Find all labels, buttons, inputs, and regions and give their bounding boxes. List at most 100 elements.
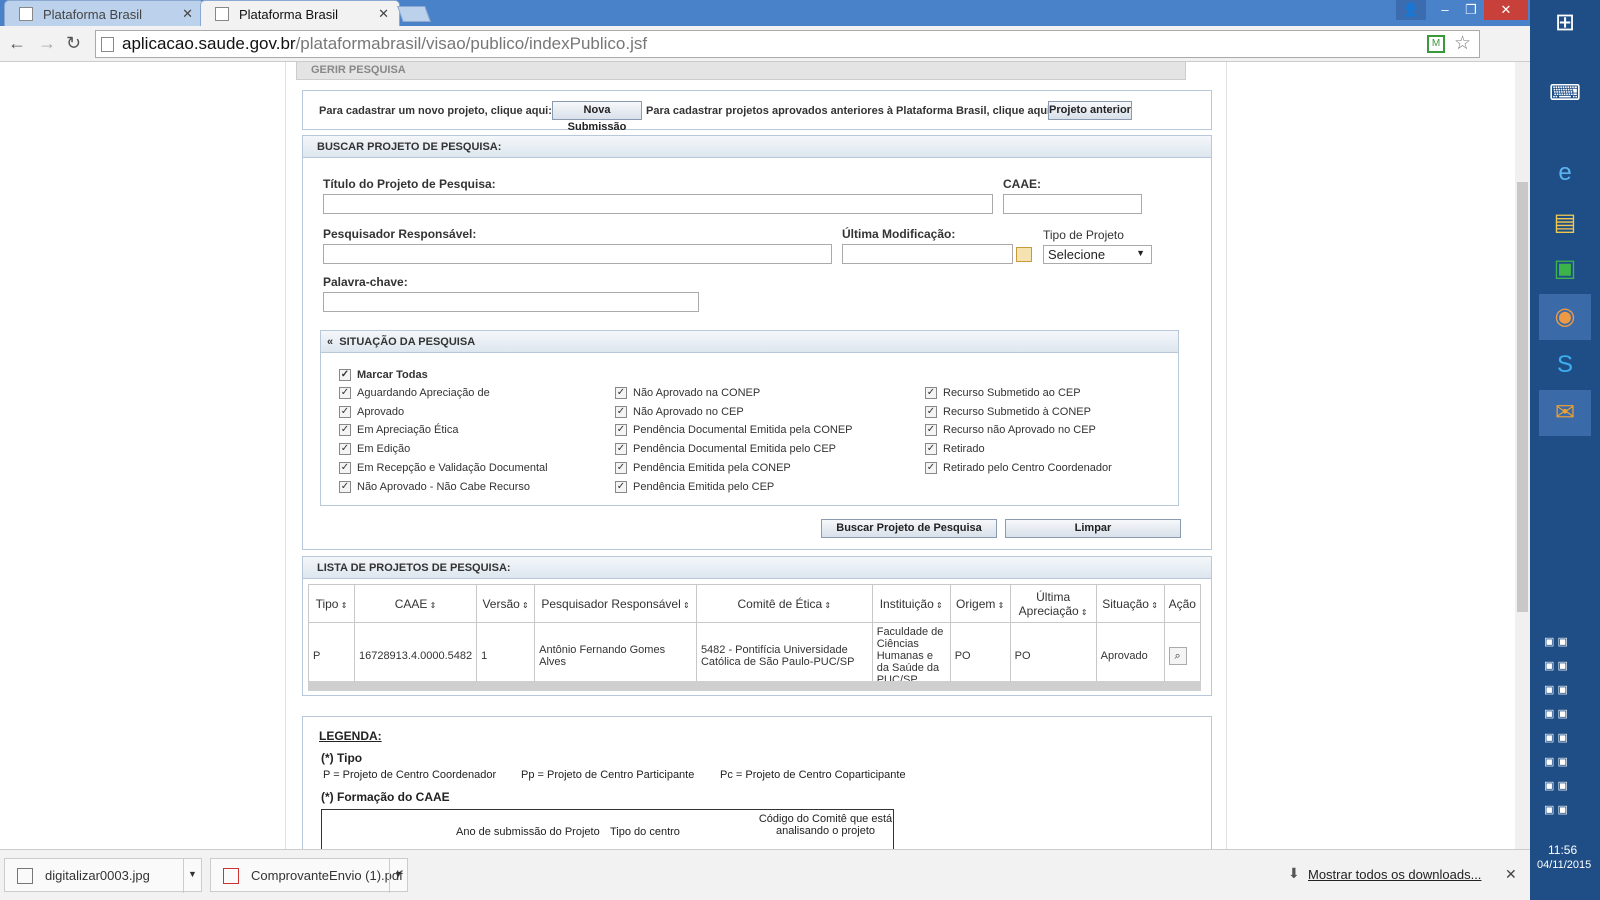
column-header[interactable]: Versão ⇕ bbox=[476, 584, 536, 623]
address-bar[interactable]: aplicacao.saude.gov.br/plataformabrasil/… bbox=[95, 30, 1480, 58]
store-icon[interactable]: ▣ bbox=[1539, 246, 1591, 292]
skype-icon[interactable]: S bbox=[1539, 342, 1591, 388]
checkbox-checked-icon[interactable]: ✓ bbox=[615, 387, 627, 400]
extension-icon[interactable]: M bbox=[1427, 35, 1445, 53]
status-checkbox[interactable]: ✓ Não Aprovado no CEP bbox=[615, 406, 744, 419]
sort-icon[interactable]: ⇕ bbox=[520, 601, 529, 610]
checkbox-checked-icon[interactable]: ✓ bbox=[615, 461, 627, 474]
keyboard-icon[interactable]: ⌨ bbox=[1539, 70, 1591, 116]
user-icon[interactable]: 👤 bbox=[1396, 0, 1426, 20]
sort-icon[interactable]: ⇕ bbox=[995, 601, 1005, 610]
status-header[interactable]: « SITUAÇÃO DA PESQUISA bbox=[321, 331, 1178, 353]
chrome-icon[interactable]: ◉ bbox=[1539, 294, 1591, 340]
project-type-select[interactable]: Selecione ▼ bbox=[1043, 245, 1152, 264]
checkbox-checked-icon[interactable]: ✓ bbox=[339, 405, 351, 418]
clock-time[interactable]: 11:56 bbox=[1548, 843, 1577, 857]
status-checkbox[interactable]: ✓ Não Aprovado - Não Cabe Recurso bbox=[339, 481, 530, 494]
checkbox-checked-icon[interactable]: ✓ bbox=[339, 480, 351, 493]
column-header[interactable]: Última Apreciação ⇕ bbox=[1009, 584, 1097, 623]
sort-icon[interactable]: ⇕ bbox=[1079, 608, 1088, 617]
search-project-button[interactable]: Buscar Projeto de Pesquisa bbox=[821, 519, 997, 538]
show-all-downloads-link[interactable]: Mostrar todos os downloads... bbox=[1308, 867, 1481, 882]
last-modification-input[interactable] bbox=[842, 244, 1013, 264]
status-checkbox[interactable]: ✓ Pendência Emitida pelo CEP bbox=[615, 481, 774, 494]
windows-start-icon[interactable]: ⊞ bbox=[1539, 0, 1591, 46]
scrollbar-thumb[interactable] bbox=[1517, 182, 1528, 612]
download-item[interactable]: ComprovanteEnvio (1).pdf ▼ bbox=[210, 858, 408, 893]
checkbox-checked-icon[interactable]: ✓ bbox=[615, 424, 627, 437]
forward-arrow-icon[interactable]: → bbox=[38, 33, 56, 54]
caae-input[interactable] bbox=[1003, 194, 1142, 214]
checkbox-checked-icon[interactable]: ✓ bbox=[925, 387, 937, 400]
status-checkbox[interactable]: ✓ Recurso Submetido à CONEP bbox=[925, 406, 1091, 419]
bookmark-star-icon[interactable]: ☆ bbox=[1454, 31, 1471, 57]
checkbox-checked-icon[interactable]: ✓ bbox=[925, 461, 937, 474]
column-header[interactable]: Situação ⇕ bbox=[1095, 584, 1165, 623]
checkbox-checked-icon[interactable]: ✓ bbox=[615, 405, 627, 418]
status-checkbox[interactable]: ✓ Pendência Emitida pela CONEP bbox=[615, 462, 791, 475]
chevron-down-icon[interactable]: ▼ bbox=[183, 859, 201, 893]
status-checkbox[interactable]: ✓ Aguardando Apreciação de bbox=[339, 387, 490, 400]
status-checkbox[interactable]: ✓ Em Apreciação Ética bbox=[339, 424, 459, 437]
project-title-input[interactable] bbox=[323, 194, 993, 214]
checkbox-checked-icon[interactable]: ✓ bbox=[925, 405, 937, 418]
checkbox-checked-icon[interactable]: ✓ bbox=[615, 443, 627, 456]
column-header[interactable]: Pesquisador Responsável ⇕ bbox=[534, 584, 697, 623]
tab-inactive[interactable]: Plataforma Brasil ✕ bbox=[4, 0, 204, 26]
close-window-icon[interactable]: ✕ bbox=[1484, 0, 1528, 20]
previous-project-button[interactable]: Projeto anterior bbox=[1048, 101, 1132, 120]
close-tab-icon[interactable]: ✕ bbox=[182, 6, 193, 22]
file-explorer-icon[interactable]: ▤ bbox=[1539, 200, 1591, 246]
column-header[interactable]: Ação bbox=[1163, 584, 1202, 623]
status-checkbox[interactable]: ✓ Em Edição bbox=[339, 443, 410, 456]
collapse-icon[interactable]: « bbox=[327, 336, 333, 348]
keyword-input[interactable] bbox=[323, 292, 699, 312]
calendar-icon[interactable] bbox=[1016, 247, 1032, 262]
sort-icon[interactable]: ⇕ bbox=[822, 601, 831, 610]
status-checkbox[interactable]: ✓ Pendência Documental Emitida pela CONEP bbox=[615, 424, 853, 437]
status-checkbox[interactable]: ✓ Retirado bbox=[925, 443, 985, 456]
close-icon[interactable]: ✕ bbox=[1505, 866, 1517, 883]
download-item[interactable]: digitalizar0003.jpg ▼ bbox=[4, 858, 202, 893]
clear-button[interactable]: Limpar bbox=[1005, 519, 1181, 538]
status-checkbox[interactable]: ✓ Em Recepção e Validação Documental bbox=[339, 462, 548, 475]
column-header[interactable]: Origem ⇕ bbox=[949, 584, 1011, 623]
status-checkbox[interactable]: ✓ Recurso Submetido ao CEP bbox=[925, 387, 1081, 400]
new-submission-button[interactable]: Nova Submissão bbox=[552, 101, 642, 133]
checkbox-checked-icon[interactable]: ✓ bbox=[615, 480, 627, 493]
outlook-icon[interactable]: ✉ bbox=[1539, 390, 1591, 436]
maximize-icon[interactable]: ❐ bbox=[1456, 0, 1486, 20]
new-tab-button[interactable] bbox=[397, 6, 431, 22]
sort-icon[interactable]: ⇕ bbox=[1149, 601, 1158, 610]
checkbox-checked-icon[interactable]: ✓ bbox=[925, 424, 937, 437]
status-checkbox[interactable]: ✓ Aprovado bbox=[339, 406, 404, 419]
status-checkbox[interactable]: ✓ Recurso não Aprovado no CEP bbox=[925, 424, 1096, 437]
status-checkbox[interactable]: ✓ Não Aprovado na CONEP bbox=[615, 387, 760, 400]
tab-active[interactable]: Plataforma Brasil ✕ bbox=[200, 0, 400, 27]
horizontal-scrollbar[interactable] bbox=[308, 681, 1201, 691]
clock-date[interactable]: 04/11/2015 bbox=[1537, 859, 1591, 871]
reload-icon[interactable]: ↻ bbox=[66, 33, 81, 54]
checkbox-checked-icon[interactable]: ✓ bbox=[339, 424, 351, 437]
status-checkbox[interactable]: ✓ Retirado pelo Centro Coordenador bbox=[925, 462, 1112, 475]
checkbox-checked-icon[interactable]: ✓ bbox=[339, 461, 351, 474]
checkbox-checked-icon[interactable]: ✓ bbox=[925, 443, 937, 456]
view-project-icon[interactable]: ⌕ bbox=[1168, 646, 1187, 665]
checkbox-checked-icon[interactable]: ✓ bbox=[339, 387, 351, 400]
vertical-scrollbar[interactable] bbox=[1515, 62, 1530, 849]
sort-icon[interactable]: ⇕ bbox=[427, 601, 437, 610]
system-tray-icons[interactable]: ▣ ▣ ▣ ▣ ▣ ▣ ▣ ▣ ▣ ▣ ▣ ▣ ▣ ▣ ▣ ▣ bbox=[1544, 630, 1586, 822]
sort-icon[interactable]: ⇕ bbox=[681, 601, 690, 610]
checkbox-checked-icon[interactable]: ✓ bbox=[339, 369, 351, 382]
column-header[interactable]: Tipo ⇕ bbox=[308, 584, 355, 623]
status-checkbox[interactable]: ✓ Pendência Documental Emitida pelo CEP bbox=[615, 443, 836, 456]
column-header[interactable]: Instituição ⇕ bbox=[871, 584, 951, 623]
column-header[interactable]: Comitê de Ética ⇕ bbox=[695, 584, 873, 623]
checkbox-checked-icon[interactable]: ✓ bbox=[339, 443, 351, 456]
researcher-input[interactable] bbox=[323, 244, 832, 264]
internet-explorer-icon[interactable]: e bbox=[1539, 150, 1591, 196]
sort-icon[interactable]: ⇕ bbox=[338, 601, 348, 610]
column-header[interactable]: CAAE ⇕ bbox=[353, 584, 478, 623]
chevron-down-icon[interactable]: ▼ bbox=[389, 859, 407, 893]
back-arrow-icon[interactable]: ← bbox=[8, 33, 26, 54]
